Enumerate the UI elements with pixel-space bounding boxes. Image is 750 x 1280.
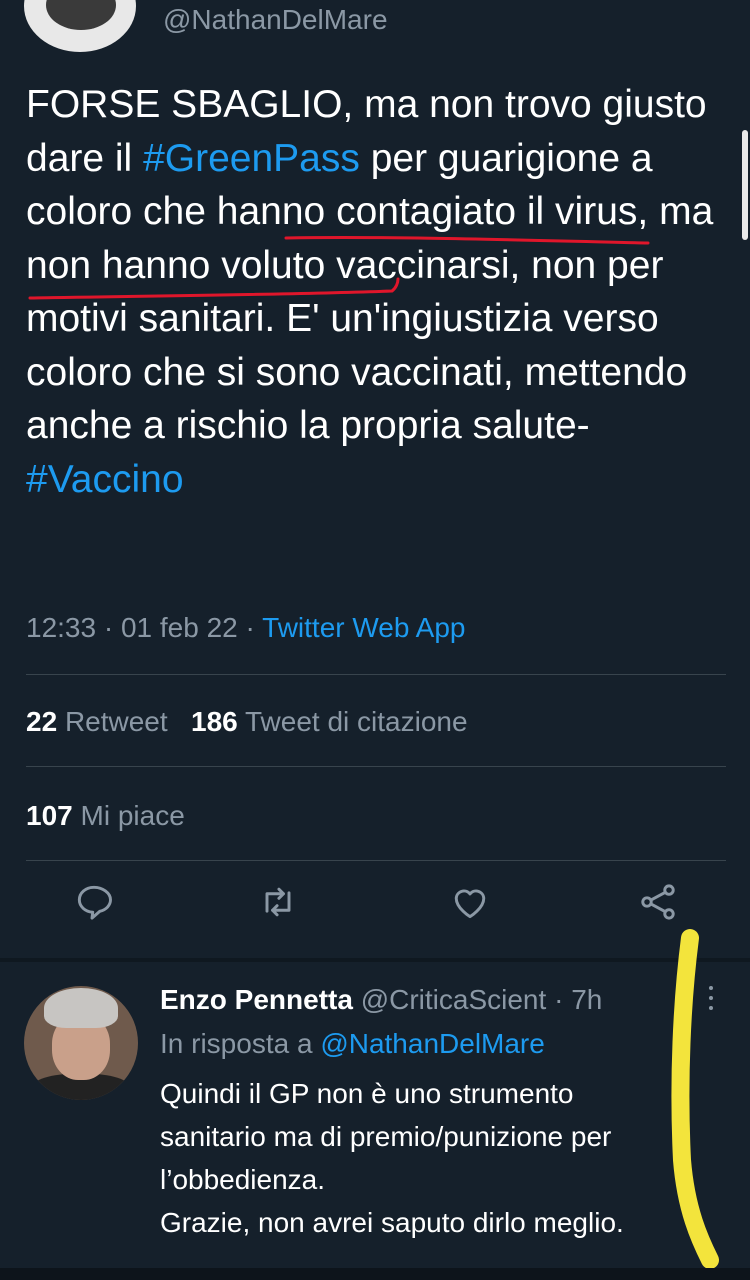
like-icon <box>454 889 486 919</box>
divider <box>26 674 726 675</box>
hashtag-vaccino[interactable]: #Vaccino <box>26 458 184 501</box>
action-bar <box>0 880 750 940</box>
reply-line: sanitario ma di premio/punizione per <box>160 1121 612 1152</box>
author-handle[interactable]: @NathanDelMare <box>163 4 388 36</box>
meta-separator: · <box>96 612 121 643</box>
hashtag-greenpass[interactable]: #GreenPass <box>143 137 360 180</box>
tweet-date: 01 feb 22 <box>120 612 238 643</box>
reply-line: Quindi il GP non è uno strumento <box>160 1078 574 1109</box>
in-reply-prefix: In risposta a <box>160 1028 321 1059</box>
underlined-phrase-1: coloro che hanno <box>26 190 326 233</box>
reply-line: l’obbedienza. <box>160 1164 326 1195</box>
bottom-edge <box>0 1268 750 1280</box>
like-label[interactable]: Mi piace <box>81 800 185 831</box>
in-reply-to: In risposta a @NathanDelMare <box>160 1028 545 1060</box>
retweet-icon <box>265 887 291 917</box>
reply-time[interactable]: 7h <box>571 984 602 1015</box>
reply-line: Grazie, non avrei saputo dirlo meglio. <box>160 1207 624 1238</box>
underlined-phrase-2: contagiato il virus <box>336 190 638 233</box>
like-count[interactable]: 107 <box>26 800 73 831</box>
reply-author-handle[interactable]: @CriticaScient <box>361 984 547 1015</box>
divider <box>26 766 726 767</box>
tweet-text: FORSE SBAGLIO, ma non trovo giusto dare … <box>26 78 726 506</box>
reply-header: Enzo Pennetta @CriticaScient · 7h <box>160 984 602 1016</box>
reply-separator <box>0 958 750 962</box>
quote-label[interactable]: Tweet di citazione <box>245 706 468 737</box>
tweet-meta: 12:33 · 01 feb 22 · Twitter Web App <box>26 612 466 644</box>
quote-count[interactable]: 186 <box>191 706 238 737</box>
reply-icon <box>77 885 112 920</box>
in-reply-mention[interactable]: @NathanDelMare <box>320 1028 545 1059</box>
like-stats: 107 Mi piace <box>26 800 185 832</box>
divider <box>26 860 726 861</box>
retweet-count[interactable]: 22 <box>26 706 57 737</box>
retweet-button[interactable] <box>256 880 306 930</box>
meta-separator: · <box>546 984 572 1015</box>
retweet-label[interactable]: Retweet <box>65 706 168 737</box>
scrollbar[interactable] <box>742 130 748 240</box>
tweet-time: 12:33 <box>26 612 97 643</box>
reply-author-avatar[interactable] <box>24 986 138 1100</box>
share-icon <box>641 884 675 920</box>
meta-separator: · <box>237 612 263 643</box>
reply-text: Quindi il GP non è uno strumento sanitar… <box>160 1072 680 1244</box>
retweet-stats: 22 Retweet 186 Tweet di citazione <box>26 706 468 738</box>
share-button[interactable] <box>636 880 686 930</box>
tweet-source-app[interactable]: Twitter Web App <box>262 612 465 643</box>
tweet-text-part2: per guarigione a <box>359 136 653 180</box>
author-avatar[interactable] <box>24 0 136 52</box>
reply-author-name[interactable]: Enzo Pennetta <box>160 984 353 1015</box>
like-button[interactable] <box>448 880 498 930</box>
more-options-icon[interactable] <box>706 986 716 1020</box>
reply-button[interactable] <box>72 880 122 930</box>
